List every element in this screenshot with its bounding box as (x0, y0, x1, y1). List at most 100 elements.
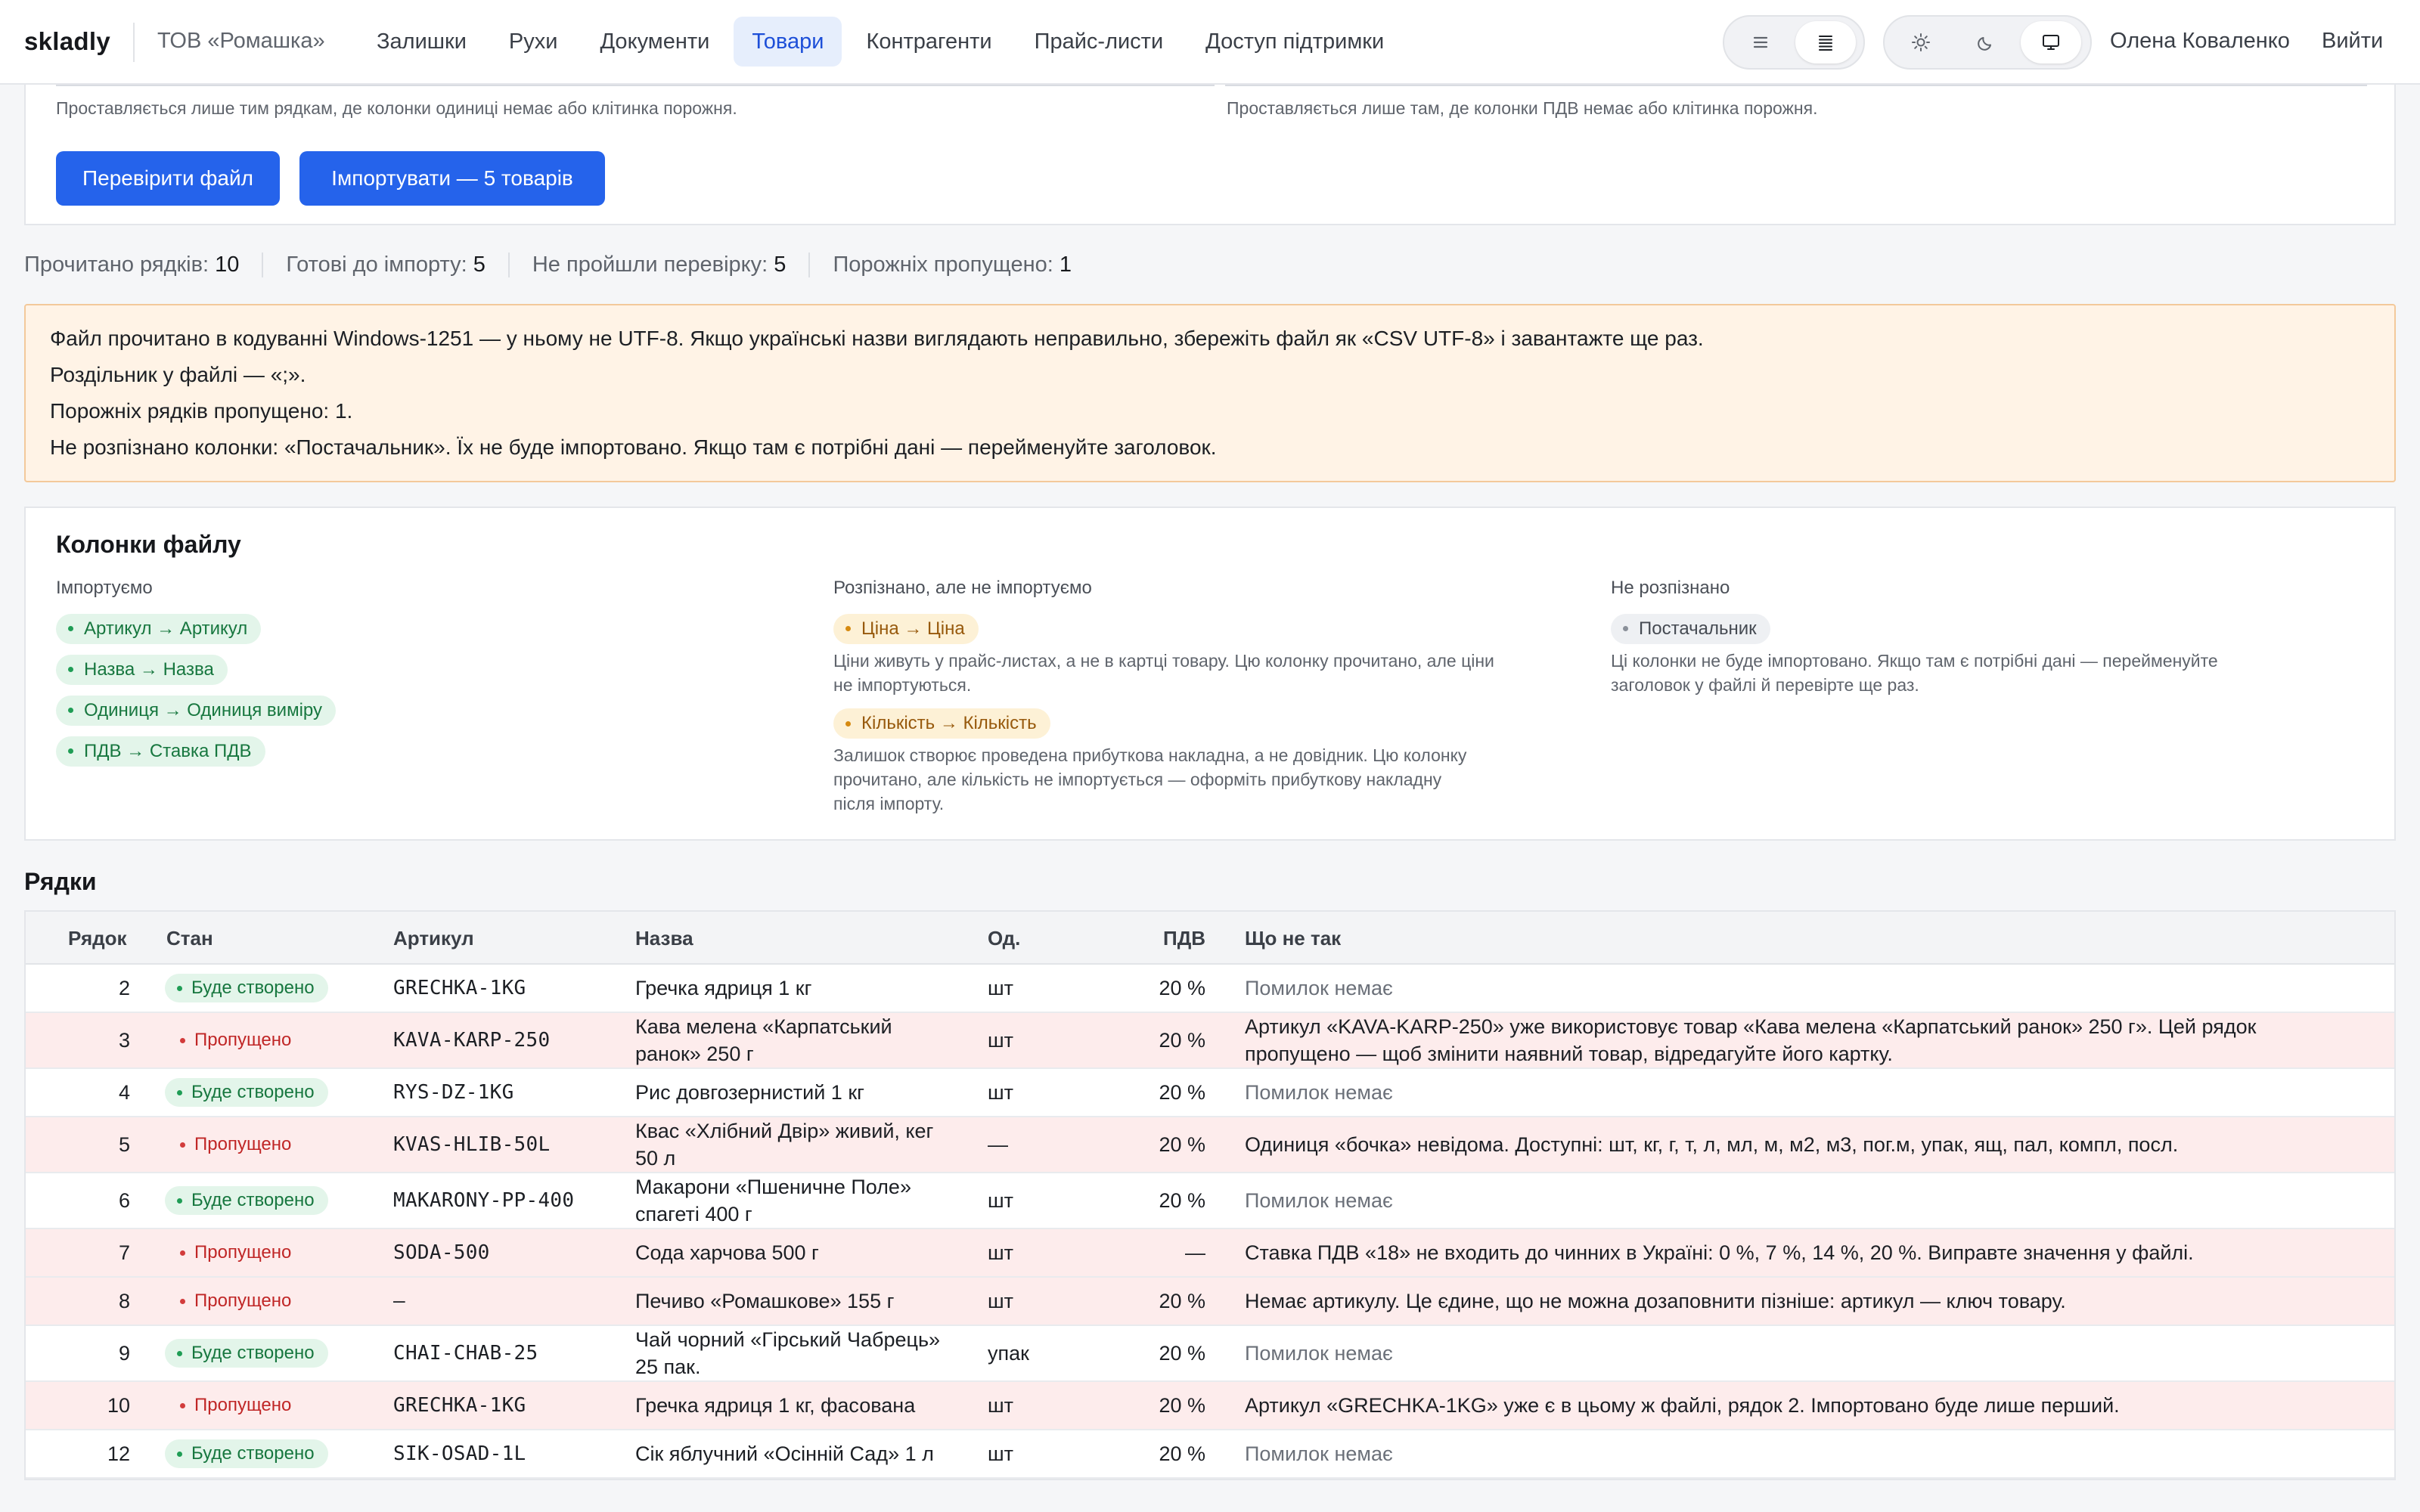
row-status: Буде створено (165, 965, 384, 1012)
row-unit: шт (988, 1028, 1014, 1052)
row-number: 9 (118, 1341, 130, 1365)
file-columns-title: Колонки файлу (56, 531, 241, 558)
encoding-warning: Файл прочитано в кодуванні Windows-1251 … (24, 304, 2396, 482)
row-number: 5 (118, 1132, 130, 1156)
row-status: Пропущено (165, 1117, 384, 1172)
stat-empty-skipped: Порожніх пропущено: 1 (808, 252, 1094, 277)
row-product-name: Рис довгозернистий 1 кг (635, 1081, 864, 1104)
column-header-sku: Артикул (393, 927, 474, 950)
import-button[interactable]: Імпортувати — 5 товарів (299, 151, 605, 206)
table-row: 10 Пропущено GRECHKA-1KG Гречка ядриця 1 кг… (26, 1382, 2394, 1430)
row-number: 10 (107, 1393, 130, 1417)
row-status: Буде створено (165, 1430, 384, 1477)
check-file-button[interactable]: Перевірити файл (56, 151, 280, 206)
nav-item-price-lists[interactable]: Прайс-листи (1016, 17, 1182, 67)
row-vat: — (1185, 1241, 1205, 1264)
row-unit: шт (988, 1442, 1014, 1465)
row-issue: Помилок немає (1245, 1189, 1393, 1212)
table-row: 3 Пропущено KAVA-KARP-250 Кава мелена «Карп… (26, 1013, 2394, 1069)
table-row: 9 Буде створено CHAI-CHAB-25 Чай чорний «Гі… (26, 1326, 2394, 1382)
status-badge: Пропущено (165, 1287, 305, 1315)
row-vat: 20 % (1159, 1393, 1205, 1417)
brand-logo[interactable]: skladly (24, 27, 110, 56)
price-column-note: Ціни живуть у прайс-листах, а не в картц… (833, 650, 1494, 695)
unrecognized-columns: Не розпізнано Постачальник Ці колонки не… (1611, 578, 2375, 697)
nav-item-documents[interactable]: Документи (582, 17, 728, 67)
theme-light-button[interactable] (1891, 21, 1951, 64)
row-product-name: Гречка ядриця 1 кг, фасована (635, 1394, 916, 1417)
column-chip-supplier: Постачальник (1611, 613, 1770, 644)
nav-item-products[interactable]: Товари (734, 17, 842, 67)
row-sku: KVAS-HLIB-50L (393, 1133, 551, 1156)
row-issue: Помилок немає (1245, 1342, 1393, 1365)
row-sku: SIK-OSAD-1L (393, 1442, 526, 1465)
status-badge: Пропущено (165, 1238, 305, 1267)
column-header-status: Стан (166, 927, 213, 950)
status-badge: Буде створено (165, 1078, 328, 1107)
row-number: 12 (107, 1442, 130, 1465)
column-header-vat: ПДВ (1163, 927, 1205, 950)
table-row: 4 Буде створено RYS-DZ-1KG Рис довгозернист… (26, 1069, 2394, 1117)
row-status: Пропущено (165, 1229, 384, 1276)
row-unit: шт (988, 1080, 1014, 1104)
table-row: 6 Буде створено MAKARONY-PP-400 Макарони «П… (26, 1173, 2394, 1229)
row-number: 8 (118, 1289, 130, 1312)
nav-item-stock[interactable]: Залишки (358, 17, 485, 67)
nav-item-counterparties[interactable]: Контрагенти (848, 17, 1010, 67)
table-header: Рядок Стан Артикул Назва Од. ПДВ Що не т… (26, 912, 2394, 965)
status-badge: Буде створено (165, 1439, 328, 1468)
unit-field-underline (56, 85, 1215, 86)
status-badge: Пропущено (165, 1391, 305, 1420)
table-row: 5 Пропущено KVAS-HLIB-50L Квас «Хлібний Дві… (26, 1117, 2394, 1173)
user-name[interactable]: Олена Коваленко (2110, 29, 2290, 54)
row-issue: Одиниця «бочка» невідома. Доступні: шт, … (1245, 1133, 2179, 1156)
stat-ready: Готові до імпорту: 5 (262, 252, 507, 277)
row-product-name: Квас «Хлібний Двір» живий, кег 50 л (635, 1120, 934, 1170)
row-sku: GRECHKA-1KG (393, 1394, 526, 1417)
column-header-unit: Од. (988, 927, 1021, 950)
column-chip-quantity: Кількість → Кількість (833, 708, 1050, 739)
nav-item-support-access[interactable]: Доступ підтримки (1187, 17, 1402, 67)
recognized-not-imported-columns: Розпізнано, але не імпортуємо Ціна → Цін… (833, 578, 1590, 816)
vat-field-hint: Проставляється лише там, де колонки ПДВ … (1227, 98, 1818, 118)
row-vat: 20 % (1159, 1289, 1205, 1312)
theme-dark-button[interactable] (1956, 21, 2016, 64)
logout-link[interactable]: Вийти (2322, 29, 2383, 54)
row-product-name: Макарони «Пшеничне Поле» спагеті 400 г (635, 1176, 911, 1225)
file-columns-card: Колонки файлу Імпортуємо Артикул → Артик… (24, 507, 2396, 841)
sun-icon (1912, 33, 1930, 51)
row-sku: KAVA-KARP-250 (393, 1029, 551, 1052)
row-issue: Немає артикулу. Це єдине, що не можна до… (1245, 1290, 2066, 1312)
import-stats: Прочитано рядків: 10 Готові до імпорту: … (24, 251, 1094, 278)
row-number: 4 (118, 1080, 130, 1104)
brand-divider (133, 23, 135, 62)
company-name[interactable]: ТОВ «Ромашка» (157, 29, 325, 54)
density-comfortable-button[interactable] (1730, 21, 1791, 64)
column-chip: Артикул → Артикул (56, 613, 262, 644)
vat-field-underline (1225, 85, 2367, 86)
row-vat: 20 % (1159, 976, 1205, 999)
column-chip: Назва → Назва (56, 654, 228, 685)
stat-rows-read: Прочитано рядків: 10 (24, 252, 240, 277)
row-number: 3 (118, 1028, 130, 1052)
table-row: 12 Буде створено SIK-OSAD-1L Сік яблучний «… (26, 1430, 2394, 1479)
row-sku: MAKARONY-PP-400 (393, 1189, 575, 1212)
import-form-card: Проставляється лише тим рядкам, де колон… (24, 85, 2396, 225)
row-product-name: Чай чорний «Гірський Чабрець» 25 пак. (635, 1328, 941, 1378)
row-issue: Артикул «KAVA-KARP-250» уже використовує… (1245, 1015, 2257, 1065)
row-status: Буде створено (165, 1326, 384, 1380)
row-number: 6 (118, 1188, 130, 1212)
row-unit: шт (988, 976, 1014, 999)
row-issue: Артикул «GRECHKA-1KG» уже є в цьому ж фа… (1245, 1394, 2120, 1417)
table-row: 7 Пропущено SODA-500 Сода харчова 500 г шт — С… (26, 1229, 2394, 1278)
row-sku: CHAI-CHAB-25 (393, 1342, 538, 1365)
theme-system-button[interactable] (2021, 21, 2081, 64)
nav-item-movements[interactable]: Рухи (491, 17, 576, 67)
rows-section-title: Рядки (24, 868, 97, 895)
density-compact-button[interactable] (1795, 21, 1856, 64)
row-vat: 20 % (1159, 1188, 1205, 1212)
status-badge: Пропущено (165, 1130, 305, 1159)
row-sku: — (393, 1290, 405, 1312)
recognized-columns-heading: Розпізнано, але не імпортуємо (833, 578, 1092, 598)
row-unit: шт (988, 1188, 1014, 1212)
